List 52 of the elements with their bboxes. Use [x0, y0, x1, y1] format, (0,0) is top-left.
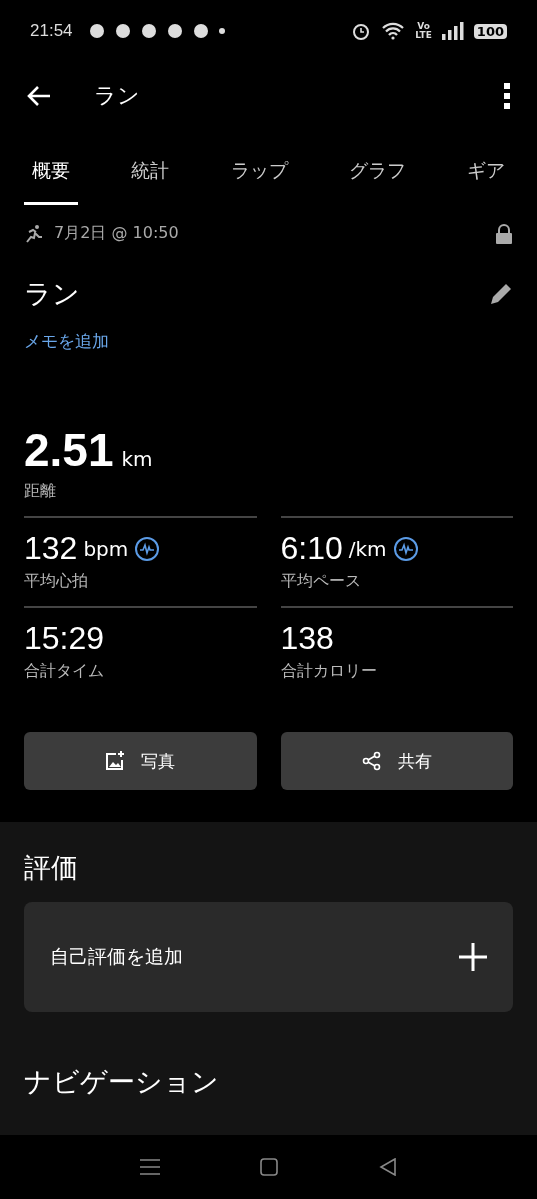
add-photo-icon — [105, 751, 126, 771]
tab[interactable]: ラップ — [222, 144, 296, 205]
menu-nav-icon[interactable] — [140, 1159, 161, 1175]
stat-label: 距離 — [24, 481, 57, 502]
share-button[interactable]: 共有 — [280, 732, 513, 790]
plus-icon — [459, 943, 487, 971]
stat-value: 138 — [280, 620, 334, 657]
alarm-icon — [351, 21, 372, 41]
battery-level: 100 — [473, 23, 507, 39]
stat-unit: bpm — [83, 536, 129, 561]
tab[interactable]: ギア — [459, 144, 513, 205]
stat-label: 平均心拍 — [24, 571, 89, 592]
notification-icon — [114, 23, 131, 39]
stat-label: 合計カロリー — [280, 661, 378, 682]
stat-unit: /km — [348, 536, 387, 561]
distance-unit: km — [121, 447, 153, 471]
tab[interactable]: グラフ — [340, 144, 414, 205]
share-icon — [361, 751, 382, 771]
photo-button[interactable]: 写真 — [24, 732, 257, 790]
status-time: 21:54 — [30, 21, 73, 41]
section-heading: ナビゲーション — [24, 1065, 220, 1099]
heart-rate-chart-icon[interactable] — [392, 535, 419, 562]
tab[interactable]: 概要 — [24, 144, 78, 205]
more-options-icon[interactable] — [503, 83, 511, 109]
stat-value: 132 — [24, 530, 78, 567]
notification-icon — [140, 23, 157, 39]
edit-pencil-icon[interactable] — [489, 282, 513, 306]
heart-rate-chart-icon[interactable] — [134, 535, 161, 562]
back-nav-icon[interactable] — [378, 1158, 397, 1176]
stat-label: 平均ペース — [280, 571, 362, 592]
activity-date: 7月2日 @ 10:50 — [54, 223, 179, 244]
more-notifications-icon — [218, 28, 225, 34]
section-heading: 評価 — [24, 851, 79, 885]
signal-icon — [441, 22, 464, 40]
lock-icon[interactable] — [495, 223, 513, 244]
notification-icon — [88, 23, 105, 39]
stat-value: 6:10 — [280, 530, 343, 567]
running-person-icon — [24, 223, 44, 244]
tab[interactable]: 統計 — [123, 144, 178, 205]
screen-title: ラン — [94, 82, 141, 110]
stat-label: 合計タイム — [24, 661, 105, 682]
notification-icon — [166, 23, 183, 39]
add-memo-link[interactable]: メモを追加 — [24, 330, 109, 353]
stat-value: 15:29 — [24, 620, 105, 657]
add-self-rating-card[interactable]: 自己評価を追加 — [24, 902, 513, 1012]
distance-value: 2.51 — [24, 423, 114, 477]
wifi-icon — [381, 22, 406, 40]
home-nav-icon[interactable] — [260, 1158, 279, 1176]
network-label: Vo LTE — [415, 22, 432, 40]
back-arrow-icon[interactable] — [26, 85, 52, 107]
notification-icon — [192, 23, 209, 39]
activity-title: ラン — [24, 277, 80, 311]
